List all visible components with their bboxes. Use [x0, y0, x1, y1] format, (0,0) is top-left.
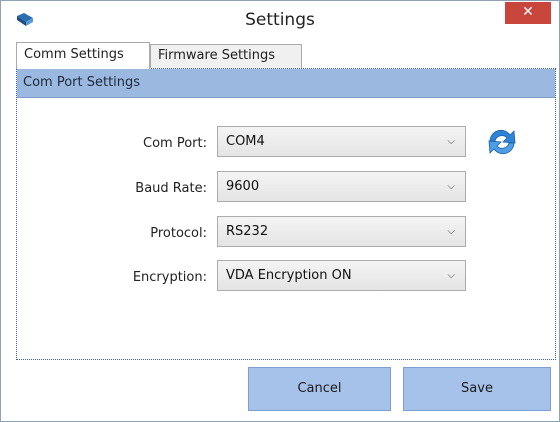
settings-window: Settings ✕ Comm Settings Firmware Settin… [0, 0, 560, 422]
encryption-value: VDA Encryption ON [226, 268, 352, 283]
panel-header: Com Port Settings [17, 69, 555, 98]
chevron-down-icon: ⌵ [447, 136, 455, 147]
window-title: Settings [245, 10, 315, 30]
baud-rate-dropdown[interactable]: 9600 ⌵ [217, 171, 466, 202]
save-button[interactable]: Save [403, 367, 551, 411]
baud-rate-value: 9600 [226, 179, 260, 194]
com-port-label: Com Port: [143, 136, 207, 151]
title-bar[interactable]: Settings ✕ [1, 1, 559, 39]
tab-firmware-settings[interactable]: Firmware Settings [150, 44, 302, 68]
encryption-label: Encryption: [132, 270, 207, 285]
chevron-down-icon: ⌵ [447, 270, 455, 281]
chevron-down-icon: ⌵ [447, 181, 455, 192]
com-port-value: COM4 [226, 134, 265, 149]
com-port-settings-panel: Com Port Settings Com Port: COM4 ⌵ Baud … [16, 68, 556, 360]
protocol-label: Protocol: [150, 226, 207, 241]
protocol-value: RS232 [226, 224, 269, 239]
tab-comm-settings[interactable]: Comm Settings [16, 42, 150, 69]
cancel-button[interactable]: Cancel [248, 367, 391, 411]
close-button[interactable]: ✕ [505, 2, 551, 24]
baud-rate-label: Baud Rate: [135, 181, 207, 196]
protocol-dropdown[interactable]: RS232 ⌵ [217, 216, 466, 247]
close-icon: ✕ [522, 4, 534, 20]
refresh-icon[interactable] [485, 127, 519, 157]
com-port-dropdown[interactable]: COM4 ⌵ [217, 126, 466, 157]
encryption-dropdown[interactable]: VDA Encryption ON ⌵ [217, 260, 466, 291]
chevron-down-icon: ⌵ [447, 226, 455, 237]
